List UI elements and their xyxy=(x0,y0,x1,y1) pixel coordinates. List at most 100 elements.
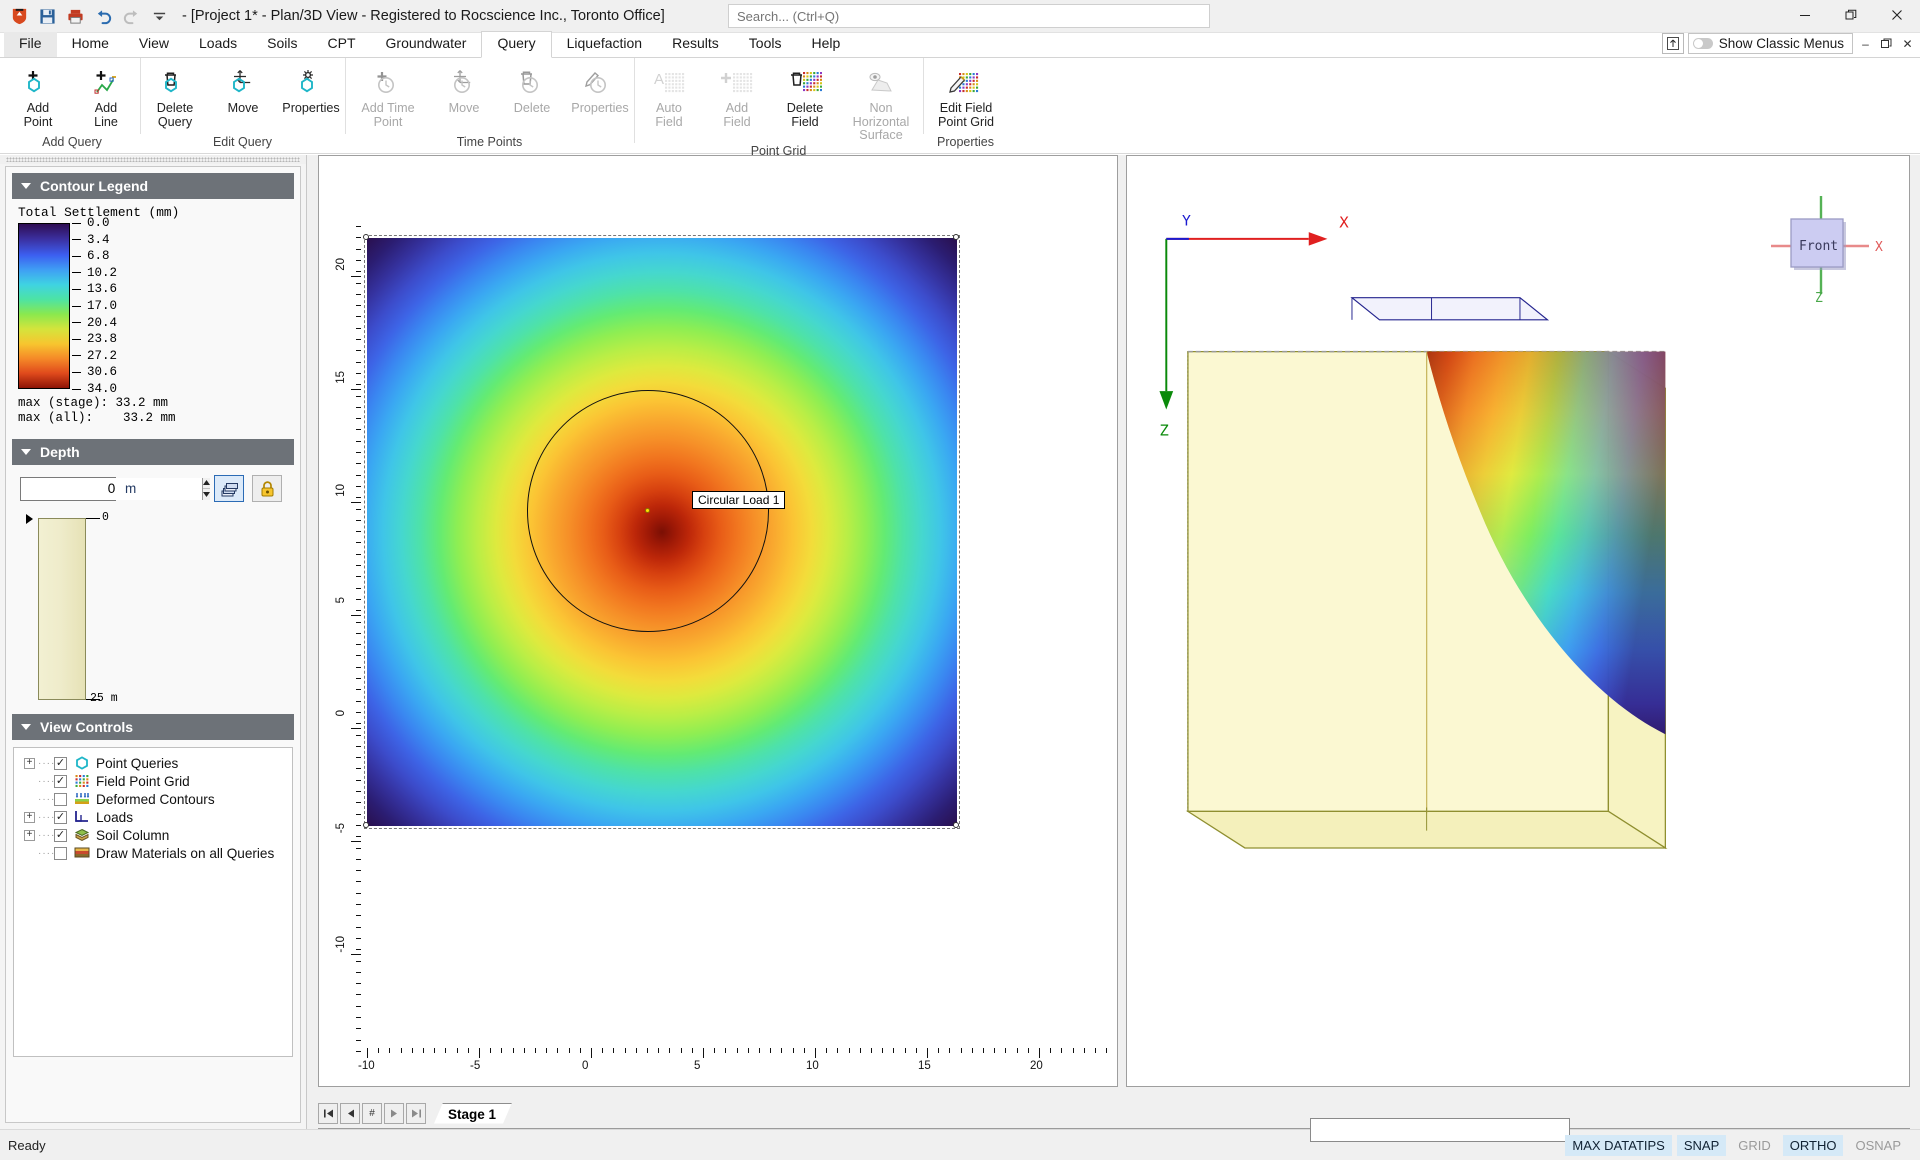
selection-handle[interactable] xyxy=(363,234,369,240)
minimize-icon[interactable] xyxy=(1782,0,1828,30)
doc-restore-icon[interactable] xyxy=(1878,34,1895,54)
edit-field-point-grid-button[interactable]: Edit Field Point Grid xyxy=(924,62,1008,129)
load-center-point[interactable] xyxy=(645,508,650,513)
add-point-button[interactable]: Add Point xyxy=(4,62,72,129)
tree-checkbox[interactable] xyxy=(54,846,67,860)
stage-next-button[interactable] xyxy=(384,1102,404,1124)
undo-icon[interactable] xyxy=(90,3,116,29)
depth-input[interactable] xyxy=(21,477,202,500)
show-classic-menus-label: Show Classic Menus xyxy=(1718,36,1844,51)
status-toggle-ortho[interactable]: ORTHO xyxy=(1782,1134,1844,1156)
plan-view-pane[interactable]: 20 15 10 5 0 -5 -10 -10 -5 0 5 10 15 20 Circular Loa… xyxy=(318,155,1118,1087)
expand-icon[interactable]: + xyxy=(24,829,35,841)
contour-legend-title: Contour Legend xyxy=(40,178,149,194)
tab-loads[interactable]: Loads xyxy=(184,32,252,57)
depth-increment-button[interactable] xyxy=(203,477,210,489)
tree-item[interactable]: ···· Draw Materials on all Queries xyxy=(18,844,288,862)
x-axis-label: -5 xyxy=(470,1060,481,1072)
status-command-input[interactable] xyxy=(1310,1118,1570,1142)
restore-icon[interactable] xyxy=(1828,0,1874,30)
delete-field-button[interactable]: Delete Field xyxy=(771,62,839,129)
status-toggle-snap[interactable]: SNAP xyxy=(1676,1134,1727,1156)
auto-field-icon: A xyxy=(652,67,686,99)
soil-column-bottom-label: 25 m xyxy=(90,692,118,705)
pin-ribbon-icon[interactable] xyxy=(1661,33,1684,54)
three-d-view-pane[interactable]: Y X Z Front X Z xyxy=(1126,155,1910,1087)
tab-groundwater[interactable]: Groundwater xyxy=(371,32,482,57)
status-toggle-grid[interactable]: GRID xyxy=(1731,1135,1778,1156)
expand-icon[interactable]: + xyxy=(24,811,35,823)
selection-handle[interactable] xyxy=(363,822,369,828)
tab-view[interactable]: View xyxy=(124,32,184,57)
non-horizontal-surface-icon xyxy=(864,67,898,99)
tree-item[interactable]: ···· Deformed Contours xyxy=(18,790,288,808)
soil-column-preview[interactable]: 0 25 m xyxy=(20,511,300,705)
window-controls xyxy=(1782,0,1920,30)
tree-connector: ···· xyxy=(38,847,54,859)
stage-number-button[interactable]: # xyxy=(362,1102,382,1124)
axis-label-z: Z xyxy=(1159,422,1168,440)
query-properties-button[interactable]: Properties xyxy=(277,62,345,116)
x-axis-label: -10 xyxy=(358,1060,375,1072)
tree-item[interactable]: ···· ✓ Field Point Grid xyxy=(18,772,288,790)
view-cube-widget[interactable]: Front X Z xyxy=(1751,194,1891,304)
tab-liquefaction[interactable]: Liquefaction xyxy=(552,32,658,57)
tree-checkbox[interactable] xyxy=(54,792,67,806)
app-logo-icon[interactable] xyxy=(6,3,32,29)
tab-results[interactable]: Results xyxy=(657,32,734,57)
depth-stepper[interactable] xyxy=(20,476,210,501)
doc-close-icon[interactable]: ✕ xyxy=(1899,34,1916,54)
add-line-button[interactable]: Add Line xyxy=(72,62,140,129)
stage-tab[interactable]: Stage 1 xyxy=(434,1103,512,1124)
tree-checkbox[interactable]: ✓ xyxy=(54,810,67,824)
move-query-button[interactable]: Move xyxy=(209,62,277,116)
tree-checkbox[interactable]: ✓ xyxy=(54,774,67,788)
settlement-contour-plot[interactable]: Circular Load 1 xyxy=(363,234,960,829)
soil-column-icon xyxy=(73,828,91,843)
expand-icon[interactable]: + xyxy=(24,757,35,769)
selection-handle[interactable] xyxy=(953,234,959,240)
depth-header[interactable]: Depth xyxy=(12,439,294,465)
view-cube-z-label: Z xyxy=(1815,291,1823,304)
print-icon[interactable] xyxy=(62,3,88,29)
customize-qat-icon[interactable] xyxy=(146,3,172,29)
delete-query-button[interactable]: Delete Query xyxy=(141,62,209,129)
selection-handle[interactable] xyxy=(953,822,959,828)
redo-icon[interactable] xyxy=(118,3,144,29)
depth-decrement-button[interactable] xyxy=(203,489,210,500)
close-icon[interactable] xyxy=(1874,0,1920,30)
stage-prev-button[interactable] xyxy=(340,1102,360,1124)
status-toggle-osnap[interactable]: OSNAP xyxy=(1848,1135,1908,1156)
tab-help[interactable]: Help xyxy=(796,32,855,57)
tab-query[interactable]: Query xyxy=(481,31,552,58)
tree-checkbox[interactable]: ✓ xyxy=(54,828,67,842)
layers-icon[interactable] xyxy=(214,475,244,502)
status-toggle-max-datatips[interactable]: MAX DATATIPS xyxy=(1565,1134,1672,1156)
tree-item[interactable]: + ···· ✓ Loads xyxy=(18,808,288,826)
tab-tools[interactable]: Tools xyxy=(734,32,797,57)
view-cube-face-label: Front xyxy=(1799,239,1838,254)
panel-drag-grip[interactable] xyxy=(0,155,306,164)
search-input[interactable] xyxy=(728,4,1210,28)
tree-item[interactable]: + ···· ✓ Soil Column xyxy=(18,826,288,844)
save-icon[interactable] xyxy=(34,3,60,29)
show-classic-menus-toggle[interactable]: Show Classic Menus xyxy=(1687,33,1853,54)
lock-icon[interactable] xyxy=(252,475,282,502)
tab-soils[interactable]: Soils xyxy=(252,32,312,57)
tree-item[interactable]: + ···· ✓ Point Queries xyxy=(18,754,288,772)
stage-last-button[interactable] xyxy=(406,1102,426,1124)
view-controls-header[interactable]: View Controls xyxy=(12,714,294,740)
draw-materials-icon xyxy=(73,846,91,861)
stage-first-button[interactable] xyxy=(318,1102,338,1124)
y-axis-label: -10 xyxy=(335,936,347,953)
tab-home[interactable]: Home xyxy=(57,32,124,57)
tab-cpt[interactable]: CPT xyxy=(313,32,371,57)
legend-tick: 10.2 xyxy=(70,266,117,280)
doc-minimize-icon[interactable]: – xyxy=(1857,34,1874,54)
legend-tick: 6.8 xyxy=(70,249,110,263)
view-controls-tree[interactable]: + ···· ✓ Point Queries ···· ✓ Field Point Grid… xyxy=(13,747,293,1057)
contour-legend-header[interactable]: Contour Legend xyxy=(12,173,294,199)
tab-file[interactable]: File xyxy=(4,32,57,57)
tree-checkbox[interactable]: ✓ xyxy=(54,756,67,770)
soil-column-top-label: 0 xyxy=(102,511,109,524)
